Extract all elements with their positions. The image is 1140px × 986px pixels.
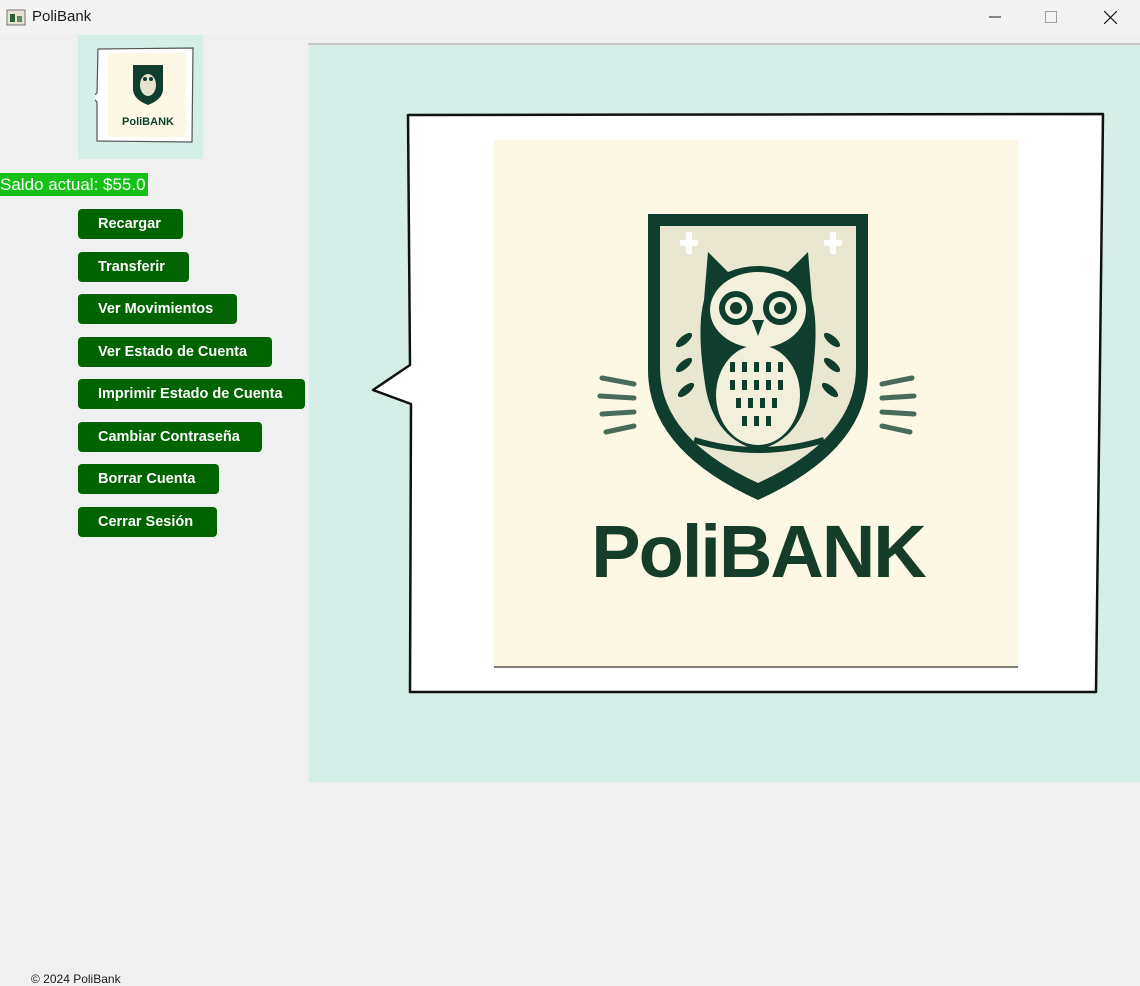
imprimir-estado-cuenta-button[interactable]: Imprimir Estado de Cuenta: [78, 379, 305, 409]
borrar-cuenta-button[interactable]: Borrar Cuenta: [78, 464, 219, 494]
window-title: PoliBank: [32, 8, 92, 25]
cerrar-sesion-button[interactable]: Cerrar Sesión: [78, 507, 217, 537]
app-icon: [6, 9, 26, 26]
polibank-logo-large: PoliBANK: [494, 140, 1018, 668]
title-bar: PoliBank: [0, 0, 1140, 34]
maximize-button[interactable]: [1022, 0, 1080, 34]
recargar-button[interactable]: Recargar: [78, 209, 183, 239]
minimize-button[interactable]: [966, 0, 1024, 34]
footer-copyright: © 2024 PoliBank: [31, 972, 121, 986]
ver-movimientos-button[interactable]: Ver Movimientos: [78, 294, 237, 324]
balance-label: Saldo actual: $55.0: [0, 173, 148, 196]
maximize-icon: [1045, 11, 1057, 23]
polibank-logo-small: PoliBANK: [95, 47, 194, 143]
small-logo-text: PoliBANK: [122, 116, 174, 128]
cambiar-contrasena-button[interactable]: Cambiar Contraseña: [78, 422, 262, 452]
close-icon: [1103, 10, 1117, 24]
sidebar-logo: PoliBANK: [78, 35, 203, 159]
large-logo-text: PoliBANK: [591, 510, 926, 593]
ver-estado-cuenta-button[interactable]: Ver Estado de Cuenta: [78, 337, 272, 367]
close-button[interactable]: [1081, 0, 1139, 34]
minimize-icon: [989, 16, 1001, 18]
transferir-button[interactable]: Transferir: [78, 252, 189, 282]
